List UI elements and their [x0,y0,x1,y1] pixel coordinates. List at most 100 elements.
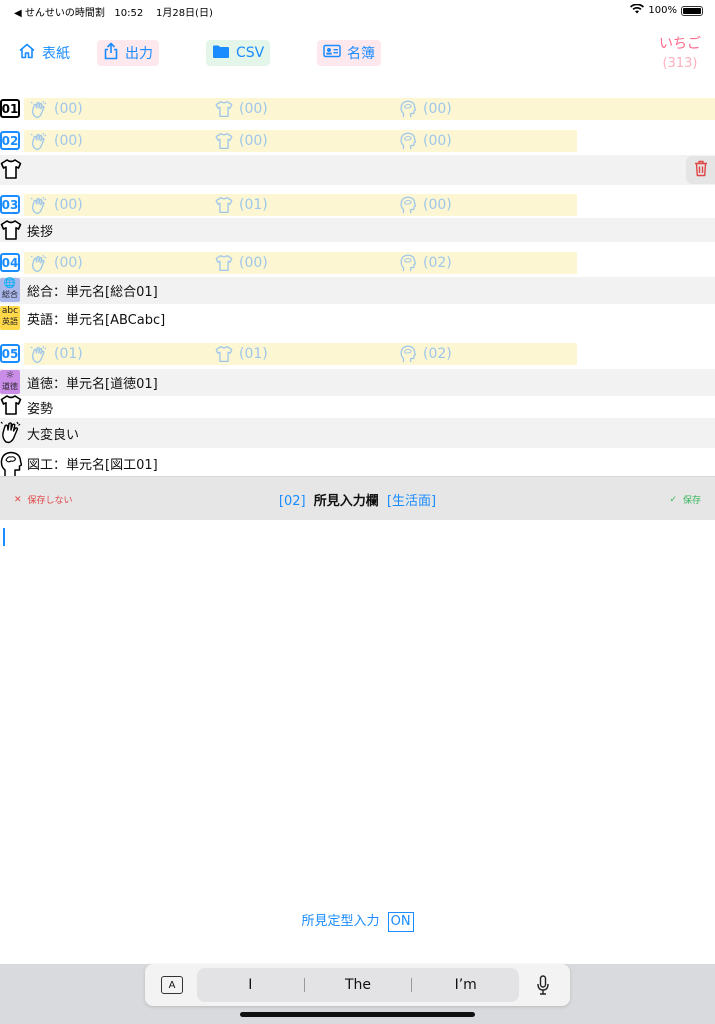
clap-icon [30,100,48,118]
list-item[interactable]: 大変良い [0,418,715,448]
template-input-state[interactable]: ON [387,912,414,932]
period-number[interactable]: 05 [0,344,20,363]
trash-icon [694,160,708,181]
edit-title: [02] 所見入力欄 [生活面] [0,490,715,509]
entry-label: 図工：単元名[図工01] [27,457,158,473]
period-row[interactable]: 02 (00) (00) (00) [0,130,715,152]
period-stat[interactable]: (01) [215,196,268,214]
period-stat[interactable]: (02) [399,254,452,272]
stat-count: (01) [54,346,83,362]
period-stat[interactable]: (01) [30,345,83,363]
keyboard-shortcut-bar: A I The I’m [145,964,570,1006]
stat-count: (00) [239,255,268,271]
entry-label: 総合：単元名[総合01] [27,285,158,300]
shirt-icon [0,219,22,245]
head-icon [399,196,417,214]
list-item[interactable]: abc 英語 英語：単元名[ABCabc] [0,305,715,332]
comment-text-area[interactable] [0,521,715,901]
brain-head-icon [0,451,23,476]
entry-label: 道徳：単元名[道徳01] [27,377,158,392]
list-item[interactable] [0,155,715,185]
shirt-icon [215,345,233,363]
period-stat[interactable]: (01) [215,345,268,363]
save-label: 保存 [682,496,701,506]
stat-count: (01) [239,346,268,362]
period-stat[interactable]: (00) [215,132,268,150]
back-to-app-link[interactable]: ◀ せんせいの時間割 [14,8,105,19]
period-row[interactable]: 04 (00) (00) (02) [0,252,715,274]
keyboard-format-button[interactable]: A [161,976,183,994]
sun-icon: ☼ [5,370,15,381]
period-number[interactable]: 04 [0,253,20,272]
period-number[interactable]: 02 [0,131,20,150]
period-stats-strip [24,194,577,216]
head-icon [399,254,417,272]
stat-count: (00) [239,101,268,117]
battery-icon [681,5,703,16]
period-stats-strip [24,98,715,120]
period-row[interactable]: 05 (01) (01) (02) [0,343,715,365]
delete-button[interactable] [686,156,715,184]
entry-label: 姿勢 [27,401,54,417]
shirt-icon [215,100,233,118]
checkmark-icon: ✓ [669,494,677,505]
template-input-label: 所見定型入力 [301,914,380,929]
list-item[interactable]: 🌐 総合 総合：単元名[総合01] [0,277,715,304]
stat-count: (00) [54,255,83,271]
cover-button[interactable]: 表紙 [18,40,70,66]
stat-count: (00) [54,197,83,213]
export-label: 出力 [125,46,153,62]
csv-button[interactable]: CSV [206,40,271,66]
clap-icon [30,132,48,150]
period-stat[interactable]: (00) [30,100,83,118]
period-row[interactable]: 01 (00) (00) (00) [0,98,715,120]
period-stat[interactable]: (00) [30,196,83,214]
entry-label: 挨拶 [27,224,54,240]
suggestion-bar: I The I’m [197,968,519,1002]
list-item[interactable]: 姿勢 [0,395,715,418]
template-input-toggle[interactable]: 所見定型入力 ON [0,910,715,932]
stat-count: (01) [239,197,268,213]
status-date: 1月28日(日) [155,8,213,19]
current-student[interactable]: いちご (313) [659,34,701,74]
student-count: (313) [662,56,698,71]
list-item[interactable]: 挨拶 [0,218,715,242]
list-item[interactable]: 図工：単元名[図工01] [0,450,715,476]
clap-icon [30,345,48,363]
stat-count: (00) [239,133,268,149]
suggestion-item[interactable]: I’m [412,977,519,993]
microphone-icon[interactable] [536,975,550,999]
roster-label: 名簿 [347,46,375,62]
period-stat[interactable]: (00) [399,196,452,214]
edit-category: [生活面] [386,494,437,509]
shirt-icon [0,158,22,184]
period-stat[interactable]: (00) [30,132,83,150]
period-stat[interactable]: (00) [399,132,452,150]
list-item[interactable]: ☼ 道徳 道徳：単元名[道徳01] [0,369,715,396]
home-indicator [240,1012,475,1017]
period-stats-strip [24,343,577,365]
period-stats-strip [24,130,577,152]
period-stat[interactable]: (02) [399,345,452,363]
suggestion-item[interactable]: I [197,977,304,993]
roster-button[interactable]: 名簿 [317,40,381,66]
period-stat[interactable]: (00) [215,254,268,272]
stat-count: (00) [423,101,452,117]
subject-badge-eigo: abc 英語 [0,306,20,330]
period-row[interactable]: 03 (00) (01) (00) [0,194,715,216]
period-number[interactable]: 01 [0,99,20,118]
period-stat[interactable]: (00) [399,100,452,118]
subject-badge-sogo: 🌐 総合 [0,278,20,302]
save-button[interactable]: ✓ 保存 [669,493,701,507]
subject-badge-dotoku: ☼ 道徳 [0,370,20,394]
clap-icon [30,196,48,214]
suggestion-item[interactable]: The [305,977,412,993]
stat-count: (00) [423,197,452,213]
period-number[interactable]: 03 [0,195,20,214]
wifi-icon [630,3,645,17]
home-icon [18,42,36,64]
export-button[interactable]: 出力 [97,40,159,66]
period-stat[interactable]: (00) [30,254,83,272]
period-stat[interactable]: (00) [215,100,268,118]
head-icon [399,132,417,150]
